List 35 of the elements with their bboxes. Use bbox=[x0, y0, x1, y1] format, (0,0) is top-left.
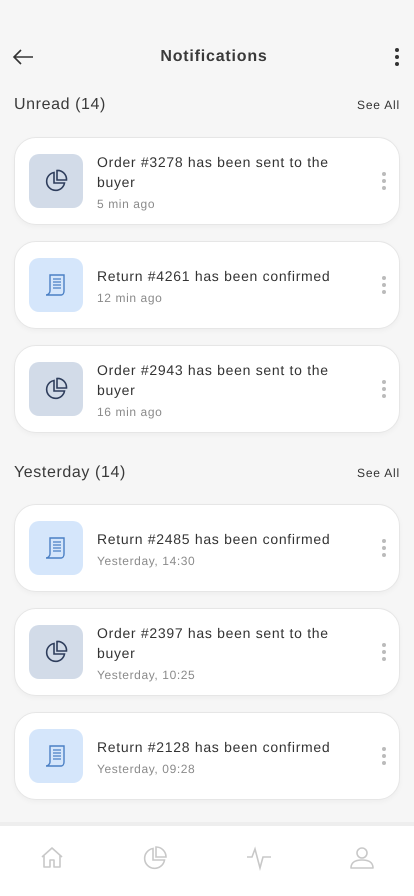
notification-text: Order #2943 has been sent to the buyer bbox=[97, 360, 330, 400]
document-icon bbox=[29, 258, 83, 312]
notification-time: Yesterday, 09:28 bbox=[97, 762, 196, 776]
notification-card[interactable]: Return #2485 has been confirmed Yesterday, 14:30 bbox=[14, 504, 400, 592]
notification-time: Yesterday, 14:30 bbox=[97, 554, 196, 568]
notification-text: Order #3278 has been sent to the buyer bbox=[97, 152, 330, 192]
back-icon[interactable] bbox=[12, 49, 34, 65]
see-all-link[interactable]: See All bbox=[357, 98, 400, 112]
document-icon bbox=[29, 521, 83, 575]
pie-chart-icon bbox=[29, 625, 83, 679]
profile-icon[interactable] bbox=[349, 845, 376, 871]
notification-time: 16 min ago bbox=[97, 404, 164, 418]
notification-text: Return #2485 has been confirmed bbox=[97, 530, 332, 548]
notification-text: Return #2128 has been confirmed bbox=[97, 738, 332, 756]
notification-text: Return #4261 has been confirmed bbox=[97, 266, 332, 286]
notification-card[interactable]: Order #3278 has been sent to the buyer 5 min ago bbox=[14, 137, 400, 225]
notification-card[interactable]: Return #4261 has been confirmed 12 min ago bbox=[14, 241, 400, 329]
more-icon[interactable] bbox=[394, 47, 400, 67]
document-icon bbox=[29, 729, 83, 783]
notification-card[interactable]: Order #2943 has been sent to the buyer 16 min ago bbox=[14, 345, 400, 433]
pie-chart-icon bbox=[29, 154, 83, 208]
activity-icon[interactable] bbox=[246, 845, 272, 871]
section-title: Unread (14) bbox=[14, 96, 106, 114]
pie-chart-icon[interactable] bbox=[142, 845, 168, 871]
notification-time: 12 min ago bbox=[97, 290, 164, 304]
notification-time: Yesterday, 10:25 bbox=[97, 668, 196, 682]
page-title: Notifications bbox=[160, 48, 268, 66]
home-icon[interactable] bbox=[38, 845, 65, 871]
notification-card[interactable]: Order #2397 has been sent to the buyer Yesterday, 10:25 bbox=[14, 608, 400, 696]
notification-time: 5 min ago bbox=[97, 196, 156, 210]
notification-card[interactable]: Return #2128 has been confirmed Yesterday, 09:28 bbox=[14, 712, 400, 800]
pie-chart-icon bbox=[29, 362, 83, 416]
see-all-link[interactable]: See All bbox=[357, 466, 400, 480]
notification-text: Order #2397 has been sent to the buyer bbox=[97, 624, 330, 662]
section-title: Yesterday (14) bbox=[14, 464, 126, 482]
